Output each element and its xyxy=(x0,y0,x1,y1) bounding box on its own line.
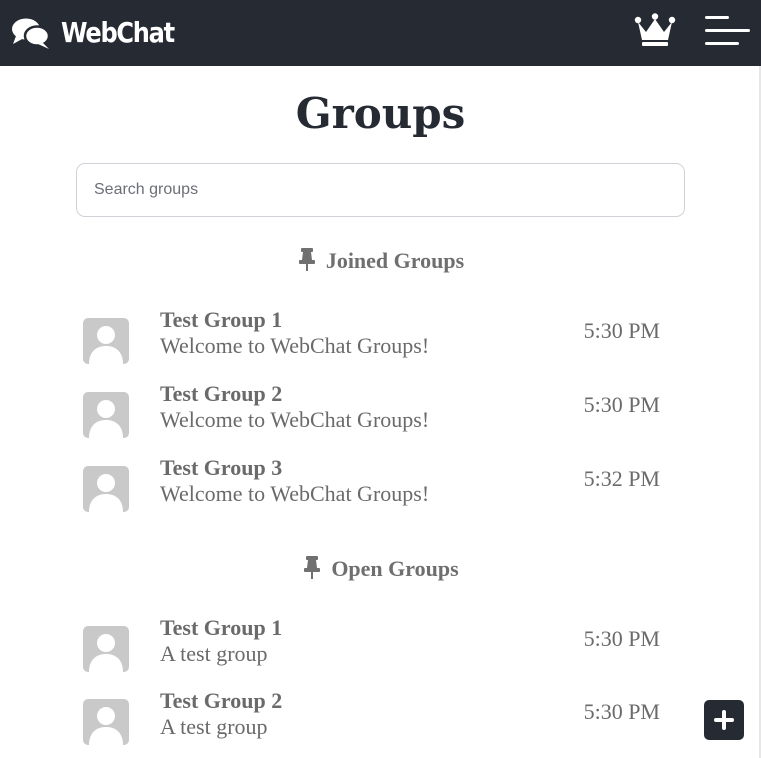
open-groups-title: Open Groups xyxy=(331,556,459,581)
page-title: Groups xyxy=(295,89,466,138)
joined-groups-title: Joined Groups xyxy=(325,248,465,273)
group-description: A test group xyxy=(160,641,268,666)
open-group-item[interactable]: Test Group 2 A test group 5:30 PM xyxy=(80,688,680,757)
default-avatar-icon xyxy=(83,626,129,672)
group-time: 5:32 PM xyxy=(583,466,660,491)
group-last-message: Welcome to WebChat Groups! xyxy=(160,333,430,358)
group-last-message: Welcome to WebChat Groups! xyxy=(160,407,430,432)
hamburger-menu-icon xyxy=(705,16,729,19)
crown-icon xyxy=(634,13,676,46)
plus-icon-vertical xyxy=(722,710,726,730)
group-description: A test group xyxy=(160,714,268,739)
hamburger-menu-icon-line xyxy=(705,29,750,32)
default-avatar-icon xyxy=(83,318,129,364)
joined-groups-heading: Joined Groups xyxy=(0,247,761,275)
group-name: Test Group 3 xyxy=(160,455,283,480)
brand-logo[interactable]: WebChat xyxy=(10,14,175,52)
pin-icon xyxy=(298,248,315,271)
pin-icon xyxy=(304,556,321,579)
brand-name: WebChat xyxy=(61,16,175,49)
default-avatar-icon xyxy=(83,392,129,438)
group-time: 5:30 PM xyxy=(583,626,660,651)
joined-group-item[interactable]: Test Group 2 Welcome to WebChat Groups! … xyxy=(80,381,680,450)
default-avatar-icon xyxy=(83,466,129,512)
group-last-message: Welcome to WebChat Groups! xyxy=(160,481,430,506)
group-name: Test Group 2 xyxy=(160,381,283,406)
top-navbar: WebChat xyxy=(0,0,761,66)
hamburger-menu-icon-line xyxy=(705,42,739,45)
group-time: 5:30 PM xyxy=(583,318,660,343)
search-groups-input[interactable] xyxy=(76,163,685,217)
group-name: Test Group 2 xyxy=(160,688,283,713)
hamburger-menu-button[interactable] xyxy=(702,14,750,48)
open-group-item[interactable]: Test Group 1 A test group 5:30 PM xyxy=(80,615,680,684)
joined-group-item[interactable]: Test Group 1 Welcome to WebChat Groups! … xyxy=(80,307,680,376)
create-group-button[interactable] xyxy=(704,700,744,740)
joined-group-item[interactable]: Test Group 3 Welcome to WebChat Groups! … xyxy=(80,455,680,524)
group-time: 5:30 PM xyxy=(583,392,660,417)
group-name: Test Group 1 xyxy=(160,615,283,640)
open-groups-heading: Open Groups xyxy=(0,555,761,583)
chat-bubbles-icon xyxy=(12,18,51,49)
group-name: Test Group 1 xyxy=(160,307,283,332)
premium-crown-button[interactable] xyxy=(634,13,676,49)
group-time: 5:30 PM xyxy=(583,699,660,724)
default-avatar-icon xyxy=(83,699,129,745)
